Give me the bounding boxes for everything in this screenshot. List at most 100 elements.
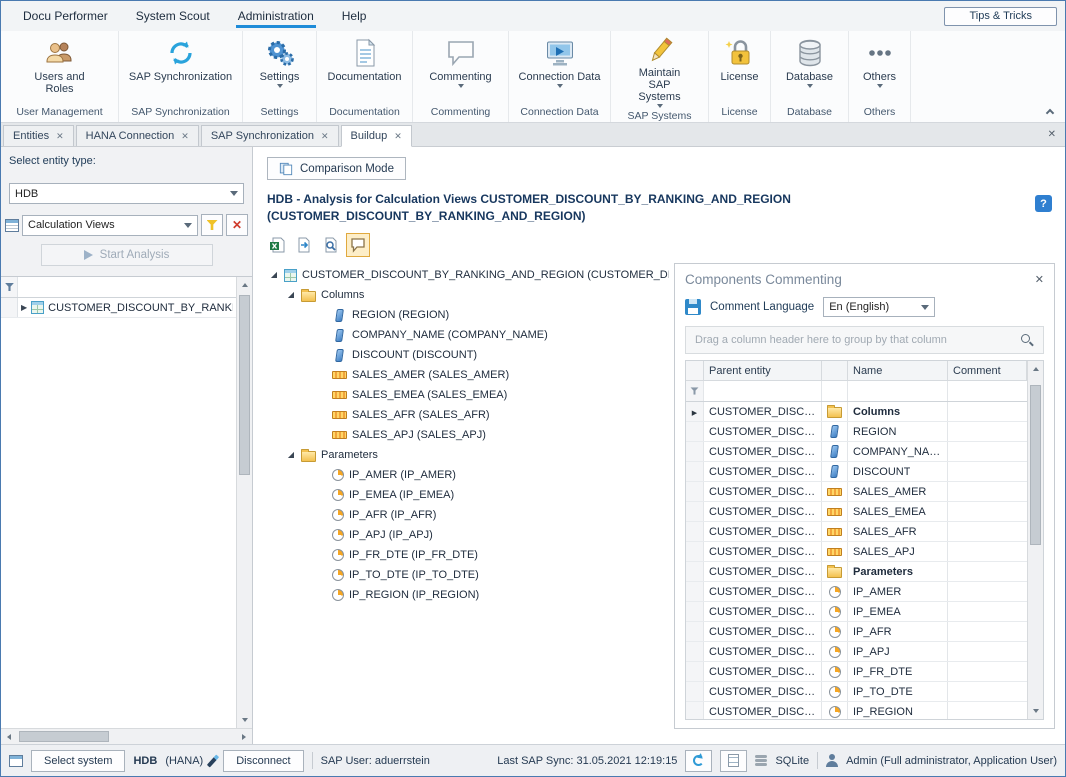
scroll-thumb[interactable] xyxy=(1030,385,1041,545)
comments-table-vscrollbar[interactable] xyxy=(1027,361,1043,719)
disconnect-button[interactable]: Disconnect xyxy=(223,750,303,772)
export-button[interactable] xyxy=(292,233,316,257)
sync-log-button[interactable] xyxy=(720,750,747,772)
filter-cell[interactable] xyxy=(704,381,822,401)
scroll-right-arrow[interactable] xyxy=(236,729,252,745)
table-row[interactable]: CUSTOMER_DISCOUNT_BY_RANKING_AND_REGION … xyxy=(686,662,1027,682)
scroll-track[interactable] xyxy=(1028,377,1043,703)
ribbon-maintain-sap-systems[interactable]: Maintain SAP Systems SAP Systems xyxy=(611,31,709,122)
column-header-icon[interactable] xyxy=(822,361,848,380)
ribbon-settings[interactable]: Settings Settings xyxy=(243,31,317,122)
ribbon-sap-synchronization[interactable]: SAP Synchronization SAP Synchronization xyxy=(119,31,243,122)
start-analysis-button[interactable]: Start Analysis xyxy=(41,244,213,266)
tips-and-tricks-button[interactable]: Tips & Tricks xyxy=(944,7,1057,26)
scroll-track[interactable] xyxy=(17,729,236,744)
select-system-button[interactable]: Select system xyxy=(31,750,125,772)
menu-help[interactable]: Help xyxy=(328,3,381,30)
tab-entities[interactable]: Entities ✕ xyxy=(3,125,74,146)
tree-expander-icon[interactable] xyxy=(286,290,296,300)
entity-type-select[interactable]: Calculation Views xyxy=(22,215,198,236)
table-row[interactable]: CUSTOMER_DISCOUNT_BY_RANKING_AND_REGION … xyxy=(686,602,1027,622)
ribbon-users-and-roles[interactable]: Users and Roles User Management xyxy=(1,31,119,122)
filter-button[interactable] xyxy=(201,214,223,236)
tree-expander-icon[interactable] xyxy=(269,270,279,280)
ribbon-collapse-button[interactable] xyxy=(1043,105,1057,117)
tree-node[interactable]: IP_AFR (IP_AFR) xyxy=(269,505,669,525)
commenting-toggle-button[interactable] xyxy=(346,233,370,257)
table-row[interactable]: CUSTOMER_DISCOUNT_BY_RANKING_AND_REGION … xyxy=(686,482,1027,502)
column-header-parent-entity[interactable]: Parent entity xyxy=(704,361,822,380)
help-button[interactable]: ? xyxy=(1035,195,1052,212)
system-select[interactable]: HDB xyxy=(9,183,244,204)
table-row[interactable]: CUSTOMER_DISCOUNT_BY_RANKING_AND_REGION … xyxy=(686,442,1027,462)
ribbon-documentation[interactable]: Documentation Documentation xyxy=(317,31,413,122)
tree-expander-icon[interactable] xyxy=(286,450,296,460)
tab-hana-connection[interactable]: HANA Connection ✕ xyxy=(76,125,199,146)
tab-close-icon[interactable]: ✕ xyxy=(56,132,64,141)
table-row[interactable]: CUSTOMER_DISCOUNT_BY_RANKING_AND_REGION … xyxy=(686,702,1027,719)
filter-cell[interactable] xyxy=(948,381,1027,401)
tree-node[interactable]: IP_EMEA (IP_EMEA) xyxy=(269,485,669,505)
table-row[interactable]: CUSTOMER_DISCOUNT_BY_RANKING_AND_REGION … xyxy=(686,422,1027,442)
tree-node[interactable]: CUSTOMER_DISCOUNT_BY_RANKING_AND_REGION … xyxy=(269,265,669,285)
table-row[interactable]: CUSTOMER_DISCOUNT_BY_RANKING_AND_REGION … xyxy=(686,682,1027,702)
table-row[interactable]: CUSTOMER_DISCOUNT_BY_RANKING_AND_REGION … xyxy=(686,522,1027,542)
entity-list-vscrollbar[interactable] xyxy=(236,277,252,728)
table-row[interactable]: CUSTOMER_DISCOUNT_BY_RANKING_AND_REGION … xyxy=(686,542,1027,562)
find-button[interactable] xyxy=(319,233,343,257)
entity-list-item[interactable]: ▶ CUSTOMER_DISCOUNT_BY_RANKING_AND_REGIO… xyxy=(1,298,236,318)
ribbon-license[interactable]: License License xyxy=(709,31,771,122)
ribbon-others[interactable]: Others Others xyxy=(849,31,911,122)
scroll-thumb[interactable] xyxy=(19,731,109,742)
tab-sap-synchronization[interactable]: SAP Synchronization ✕ xyxy=(201,125,339,146)
filter-cell[interactable] xyxy=(848,381,948,401)
excel-export-button[interactable] xyxy=(265,233,289,257)
tab-buildup[interactable]: Buildup ✕ xyxy=(341,125,412,147)
tree-node[interactable]: COMPANY_NAME (COMPANY_NAME) xyxy=(269,325,669,345)
table-row[interactable]: CUSTOMER_DISCOUNT_BY_RANKING_AND_REGION … xyxy=(686,622,1027,642)
search-icon[interactable] xyxy=(1021,334,1034,347)
scroll-up-arrow[interactable] xyxy=(1028,361,1044,377)
tab-close-icon[interactable]: ✕ xyxy=(181,132,189,141)
panel-close-icon[interactable]: ✕ xyxy=(1035,273,1044,286)
filter-cell[interactable] xyxy=(822,381,848,401)
tree-node[interactable]: DISCOUNT (DISCOUNT) xyxy=(269,345,669,365)
menu-administration[interactable]: Administration xyxy=(224,3,328,30)
tab-close-icon[interactable]: ✕ xyxy=(394,132,402,141)
scroll-down-arrow[interactable] xyxy=(237,712,253,728)
tree-node[interactable]: IP_FR_DTE (IP_FR_DTE) xyxy=(269,545,669,565)
table-row[interactable]: CUSTOMER_DISCOUNT_BY_RANKING_AND_REGION … xyxy=(686,562,1027,582)
expand-arrow-icon[interactable]: ▶ xyxy=(21,304,27,312)
table-row[interactable]: CUSTOMER_DISCOUNT_BY_RANKING_AND_REGION … xyxy=(686,402,1027,422)
entity-list-hscrollbar[interactable] xyxy=(1,728,252,744)
tree-node[interactable]: Parameters xyxy=(269,445,669,465)
ribbon-commenting[interactable]: Commenting Commenting xyxy=(413,31,509,122)
tree-node[interactable]: IP_AMER (IP_AMER) xyxy=(269,465,669,485)
filter-input-cell[interactable] xyxy=(18,277,236,297)
sync-refresh-button[interactable] xyxy=(685,750,712,772)
column-header-name[interactable]: Name xyxy=(848,361,948,380)
tree-node[interactable]: IP_TO_DTE (IP_TO_DTE) xyxy=(269,565,669,585)
scroll-down-arrow[interactable] xyxy=(1028,703,1044,719)
comparison-mode-button[interactable]: Comparison Mode xyxy=(267,157,406,180)
tree-node[interactable]: REGION (REGION) xyxy=(269,305,669,325)
tree-node[interactable]: SALES_AMER (SALES_AMER) xyxy=(269,365,669,385)
comment-language-select[interactable]: En (English) xyxy=(823,297,935,317)
ribbon-database[interactable]: Database Database xyxy=(771,31,849,122)
table-row[interactable]: CUSTOMER_DISCOUNT_BY_RANKING_AND_REGION … xyxy=(686,502,1027,522)
column-header-comment[interactable]: Comment xyxy=(948,361,1027,380)
tree-node[interactable]: SALES_AFR (SALES_AFR) xyxy=(269,405,669,425)
tree-node[interactable]: IP_APJ (IP_APJ) xyxy=(269,525,669,545)
menu-docu-performer[interactable]: Docu Performer xyxy=(9,3,122,30)
scroll-track[interactable] xyxy=(237,293,252,712)
table-filter-row[interactable] xyxy=(686,381,1027,402)
scroll-left-arrow[interactable] xyxy=(1,729,17,745)
tabbar-close-icon[interactable]: ✕ xyxy=(1048,129,1056,140)
tree-node[interactable]: IP_REGION (IP_REGION) xyxy=(269,585,669,605)
table-row[interactable]: CUSTOMER_DISCOUNT_BY_RANKING_AND_REGION … xyxy=(686,582,1027,602)
table-row[interactable]: CUSTOMER_DISCOUNT_BY_RANKING_AND_REGION … xyxy=(686,642,1027,662)
tree-node[interactable]: SALES_EMEA (SALES_EMEA) xyxy=(269,385,669,405)
tree-node[interactable]: Columns xyxy=(269,285,669,305)
scroll-up-arrow[interactable] xyxy=(237,277,253,293)
table-row[interactable]: CUSTOMER_DISCOUNT_BY_RANKING_AND_REGION … xyxy=(686,462,1027,482)
